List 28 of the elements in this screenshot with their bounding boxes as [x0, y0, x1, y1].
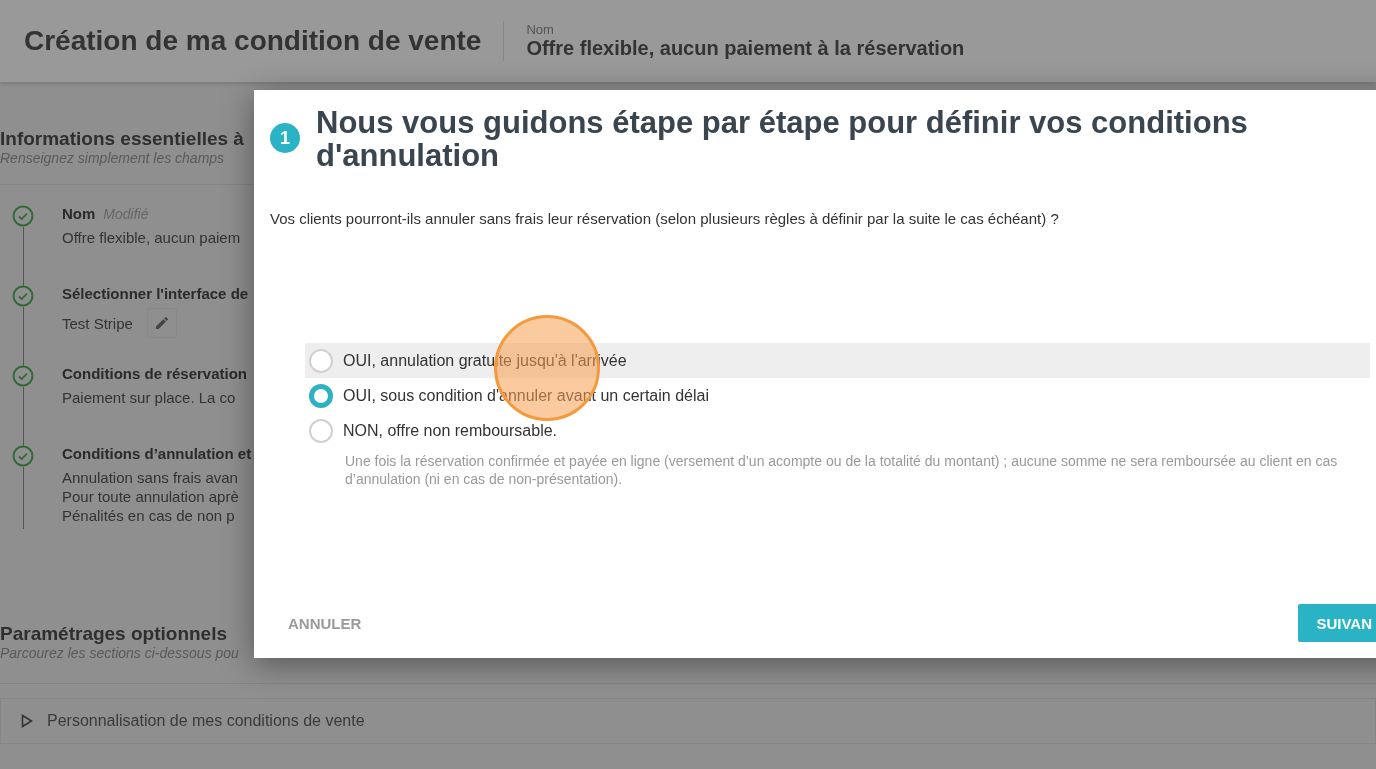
step-title: Conditions d’annulation et — [62, 445, 252, 462]
expand-icon — [21, 714, 33, 728]
step-text: Pour toute annulation aprè — [62, 487, 239, 506]
step-text: Offre flexible, aucun paiem — [62, 228, 241, 247]
name-value: Offre flexible, aucun paiement à la réservation — [526, 37, 965, 60]
step-text: Pénalités en cas de non p — [62, 506, 236, 525]
option-description: Une fois la réservation confirmée et payée en ligne (versement d’un acompte ou de la totalité du montant) ; aucune somme ne sera remboursée au client en cas d’annulation (ni en cas de non-présentation). — [345, 452, 1339, 488]
step-title: Sélectionner l'interface de — [62, 285, 249, 302]
page-title: Création de ma condition de vente — [24, 25, 482, 57]
dialog-title: Nous vous guidons étape par étape pour définir vos conditions d'annulation — [316, 106, 1249, 172]
pencil-icon — [153, 315, 170, 331]
step-text: Paiement sur place. La co — [62, 388, 236, 407]
step-text: Annulation sans frais avan — [62, 468, 239, 487]
radio-button[interactable] — [309, 348, 333, 373]
section-title: Paramétrages optionnels — [0, 623, 228, 645]
section-title: Informations essentielles à — [0, 128, 244, 150]
option-label: NON, offre non remboursable. — [343, 421, 558, 440]
question-text: Vos clients pourront-ils annuler sans frais leur réservation (selon plusieurs règles à définir par la suite le cas échéant) ? — [270, 210, 1060, 227]
step-text: Test Stripe — [62, 313, 133, 333]
name-label: Nom — [526, 22, 555, 37]
step-title: Conditions de réservation — [62, 365, 248, 382]
edit-button[interactable] — [146, 308, 177, 338]
step-title: Nom — [62, 205, 96, 222]
step-number: 1 — [270, 123, 300, 153]
radio-button[interactable] — [309, 383, 333, 408]
radio-button[interactable] — [309, 418, 333, 443]
accordion-item[interactable]: Personnalisation de mes conditions de vente — [0, 698, 1376, 744]
radio-option[interactable]: NON, offre non remboursable. — [305, 413, 1370, 448]
